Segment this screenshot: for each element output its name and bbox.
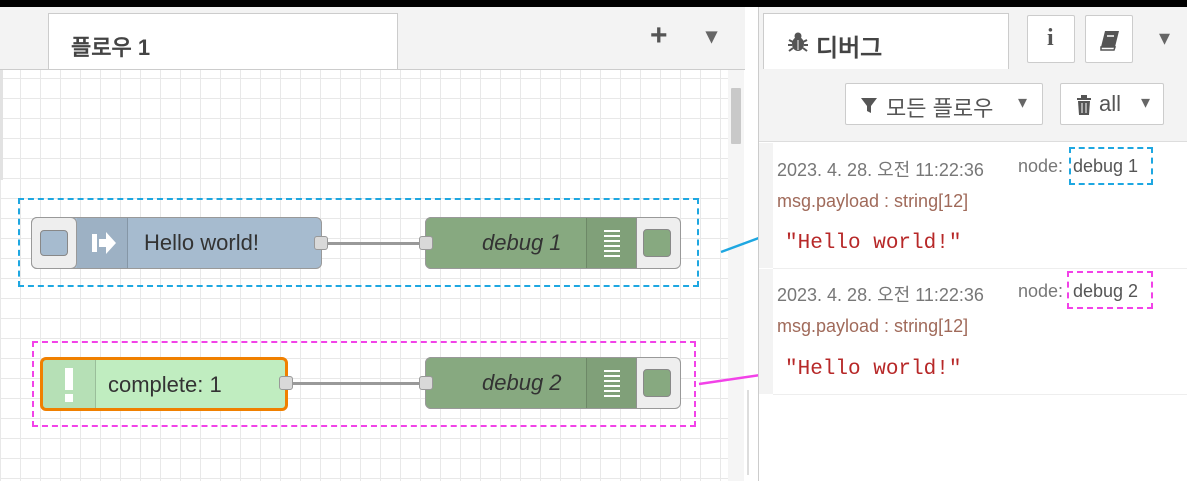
add-flow-button[interactable]: + xyxy=(650,19,668,53)
sidebar-splitter[interactable] xyxy=(747,390,749,475)
workspace-tab-bar: 플로우 1 + ▾ xyxy=(0,7,745,70)
tab-flow-1[interactable]: 플로우 1 xyxy=(48,13,398,69)
complete-output-port[interactable] xyxy=(279,376,293,390)
book-icon xyxy=(1100,31,1119,51)
wire-complete-to-debug-2 xyxy=(292,382,426,385)
message-2-node-prefix: node: xyxy=(1018,281,1064,301)
info-tab-button[interactable]: i xyxy=(1027,15,1075,63)
window-top-bar xyxy=(0,0,1187,7)
filter-chevron-icon: ▾ xyxy=(1018,92,1028,112)
tab-debug-label: 디버그 xyxy=(816,35,883,62)
debug-1-input-port[interactable] xyxy=(419,236,433,250)
wire-inject-to-debug-1 xyxy=(328,242,426,245)
tab-flow-1-label: 플로우 1 xyxy=(71,35,151,60)
debug-toggle-1[interactable] xyxy=(643,229,671,257)
exclamation-icon xyxy=(65,368,73,402)
debug-list-icon-1 xyxy=(586,218,637,268)
message-1-topic: msg.payload : string[12] xyxy=(777,191,969,211)
sidebar: 디버그 i ▾ 모든 플로우 ▾ all ▾ 2023. 4. 28. 오전 1… xyxy=(758,7,1187,481)
complete-node[interactable]: complete: 1 xyxy=(40,357,288,411)
message-1-node-highlight xyxy=(1069,147,1153,185)
debug-message-2[interactable]: 2023. 4. 28. 오전 11:22:36 node: debug 2 m… xyxy=(759,269,1187,395)
filter-flows-button[interactable]: 모든 플로우 ▾ xyxy=(845,83,1043,125)
message-2-gutter xyxy=(759,269,773,394)
clear-chevron-icon: ▾ xyxy=(1141,92,1151,112)
debug-node-1-label: debug 1 xyxy=(482,230,562,255)
debug-message-1[interactable]: 2023. 4. 28. 오전 11:22:36 node: debug 1 m… xyxy=(759,143,1187,269)
inject-button[interactable] xyxy=(31,217,77,269)
message-1-timestamp: 2023. 4. 28. 오전 11:22:36 xyxy=(777,160,984,180)
bug-icon xyxy=(788,32,808,52)
info-icon: i xyxy=(1047,25,1054,51)
canvas-scrollbar[interactable] xyxy=(728,70,744,481)
debug-list-icon-2 xyxy=(586,358,637,408)
debug-node-1[interactable]: debug 1 xyxy=(425,217,681,269)
inject-node-label: Hello world! xyxy=(144,230,259,255)
trash-icon xyxy=(1077,95,1091,115)
complete-node-label: complete: 1 xyxy=(108,372,222,397)
canvas-left-edge xyxy=(0,70,3,180)
inject-node[interactable]: Hello world! xyxy=(31,217,322,269)
flow-menu-button[interactable]: ▾ xyxy=(706,23,717,49)
message-1-node-prefix: node: xyxy=(1018,156,1064,176)
arrow-in-icon xyxy=(92,232,116,254)
tab-debug[interactable]: 디버그 xyxy=(763,13,1009,69)
filter-icon xyxy=(861,98,877,113)
debug-node-2-label: debug 2 xyxy=(482,370,562,395)
message-1-value: "Hello world!" xyxy=(785,232,962,255)
clear-messages-label: all xyxy=(1099,91,1122,116)
message-2-timestamp: 2023. 4. 28. 오전 11:22:36 xyxy=(777,285,984,305)
debug-node-2[interactable]: debug 2 xyxy=(425,357,681,409)
inject-icon-area xyxy=(77,218,128,268)
message-2-value: "Hello world!" xyxy=(785,358,962,381)
filter-flows-label: 모든 플로우 xyxy=(886,96,994,121)
clear-messages-button[interactable]: all ▾ xyxy=(1060,83,1164,125)
message-2-node-highlight xyxy=(1067,271,1153,309)
debug-2-input-port[interactable] xyxy=(419,376,433,390)
debug-toolbar: 모든 플로우 ▾ all ▾ xyxy=(759,69,1187,142)
help-tab-button[interactable] xyxy=(1085,15,1133,63)
inject-output-port[interactable] xyxy=(314,236,328,250)
sidebar-tab-bar: 디버그 i ▾ xyxy=(759,7,1187,70)
message-1-gutter xyxy=(759,143,773,268)
canvas-scrollbar-thumb[interactable] xyxy=(731,88,741,144)
complete-icon-area xyxy=(43,360,96,408)
debug-toggle-2[interactable] xyxy=(643,369,671,397)
sidebar-menu-button[interactable]: ▾ xyxy=(1159,25,1170,51)
message-2-topic: msg.payload : string[12] xyxy=(777,316,969,336)
